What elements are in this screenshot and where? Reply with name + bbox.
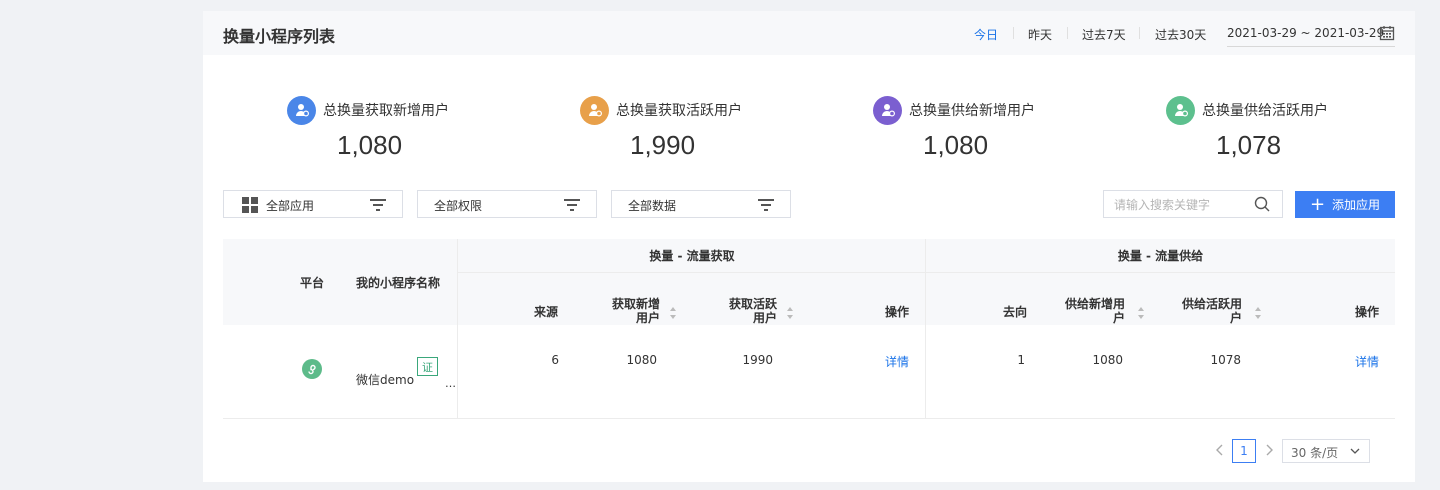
sort-icon[interactable] [669,306,677,320]
cell-supply-new: 1080 [1092,353,1123,367]
col-acquire-new-label: 获取新增用户 [611,297,660,325]
range-divider [1013,27,1014,39]
stat-label: 总换量获取活跃用户 [616,103,742,119]
cell-source: 6 [551,353,559,367]
filter-all-apps[interactable]: 全部应用 [223,190,403,218]
col-app-name: 我的小程序名称 [356,276,441,290]
sort-icon[interactable] [1254,306,1262,320]
filter-label: 全部数据 [628,199,677,213]
range-divider [1139,27,1140,39]
col-supply-new[interactable]: 供给新增用户 [1061,297,1125,325]
plus-icon: + [1309,193,1326,215]
stat-value: 1,080 [923,130,989,160]
col-acquire-active-label: 获取活跃用户 [728,297,777,325]
group-supply-title: 换量 - 流量供给 [1117,249,1204,263]
grid-icon [242,197,258,213]
col-platform: 平台 [300,276,325,290]
calendar-icon [1379,26,1395,41]
sort-icon[interactable] [1137,306,1145,320]
filter-all-data[interactable]: 全部数据 [611,190,791,218]
chevron-right-icon[interactable] [1262,442,1276,458]
acquire-detail-link[interactable]: 详情 [885,353,909,370]
chevron-left-icon[interactable] [1213,442,1227,458]
column-divider [925,239,926,419]
col-acquire-action: 操作 [885,305,910,319]
stat-label: 总换量供给活跃用户 [1202,103,1328,119]
stat-label: 总换量供给新增用户 [909,103,1035,119]
app-name: 微信demo [356,373,415,387]
stat-value: 1,078 [1216,130,1282,160]
group-header-supply: 换量 - 流量供给 [926,239,1395,273]
col-supply-new-label: 供给新增用户 [1065,297,1126,325]
filter-label: 全部权限 [434,199,483,213]
filter-all-permissions[interactable]: 全部权限 [417,190,597,218]
stat-acquire-new: 总换量获取新增用户 1,080 [287,95,449,165]
supply-detail-link[interactable]: 详情 [1355,353,1379,370]
stat-supply-active: 总换量供给活跃用户 1,078 [1166,95,1328,165]
filter-icon [370,199,386,211]
date-range-text: 2021-03-29 ~ 2021-03-29 [1227,26,1385,40]
filter-icon [758,199,774,211]
page-size-value: 30 条/页 [1291,446,1339,460]
group-header-acquire: 换量 - 流量获取 [458,239,926,273]
page-title: 换量小程序列表 [223,27,336,46]
table-header-fixed: 平台 我的小程序名称 [223,239,458,325]
user-icon [287,95,316,125]
row-divider [223,418,1395,419]
stat-label: 总换量获取新增用户 [323,103,449,119]
user-icon [873,95,902,125]
col-source: 来源 [534,305,559,319]
main-card: 换量小程序列表 今日 昨天 过去7天 过去30天 2021-03-29 ~ 20… [203,11,1415,482]
page-size-select[interactable]: 30 条/页 [1282,439,1370,463]
group-acquire-title: 换量 - 流量获取 [649,249,735,263]
range-tab-30days[interactable]: 过去30天 [1155,26,1206,43]
app-table: 平台 我的小程序名称 换量 - 流量获取 换量 - 流量供给 来源 获取新增用户… [223,239,1395,419]
range-tab-today[interactable]: 今日 [974,26,998,43]
page-number-current[interactable]: 1 [1232,439,1256,463]
filter-icon [564,199,580,211]
date-range-picker[interactable]: 2021-03-29 ~ 2021-03-29 [1227,21,1395,47]
col-acquire-new[interactable]: 获取新增用户 [596,297,660,325]
stat-value: 1,990 [630,130,696,160]
stat-supply-new: 总换量供给新增用户 1,080 [873,95,1035,165]
more-ellipsis[interactable]: … [445,377,456,390]
user-icon [580,95,609,125]
add-app-button[interactable]: + 添加应用 [1295,191,1395,218]
range-tab-yesterday[interactable]: 昨天 [1028,26,1052,43]
col-supply-active[interactable]: 供给活跃用户 [1178,297,1242,325]
search-box [1103,190,1283,218]
cell-acquire-active: 1990 [742,353,773,367]
chevron-down-icon [1350,448,1360,454]
col-acquire-active[interactable]: 获取活跃用户 [713,297,777,325]
cell-dest: 1 [1017,353,1025,367]
sort-icon[interactable] [786,306,794,320]
cell-supply-active: 1078 [1210,353,1241,367]
add-app-label: 添加应用 [1332,198,1381,212]
col-dest: 去向 [1003,305,1028,319]
col-supply-action: 操作 [1355,305,1380,319]
col-supply-active-label: 供给活跃用户 [1182,297,1243,325]
cell-acquire-new: 1080 [626,353,657,367]
stat-acquire-active: 总换量获取活跃用户 1,990 [580,95,742,165]
search-icon[interactable] [1254,196,1270,212]
verified-badge: 证 [417,357,438,376]
search-input[interactable] [1114,196,1254,214]
range-tab-7days[interactable]: 过去7天 [1082,26,1126,43]
range-divider [1067,27,1068,39]
user-icon [1166,95,1195,125]
stat-value: 1,080 [337,130,403,160]
filter-label: 全部应用 [266,199,315,213]
column-divider [457,239,458,419]
card-header: 换量小程序列表 今日 昨天 过去7天 过去30天 2021-03-29 ~ 20… [203,11,1415,55]
mini-program-icon [302,359,322,379]
